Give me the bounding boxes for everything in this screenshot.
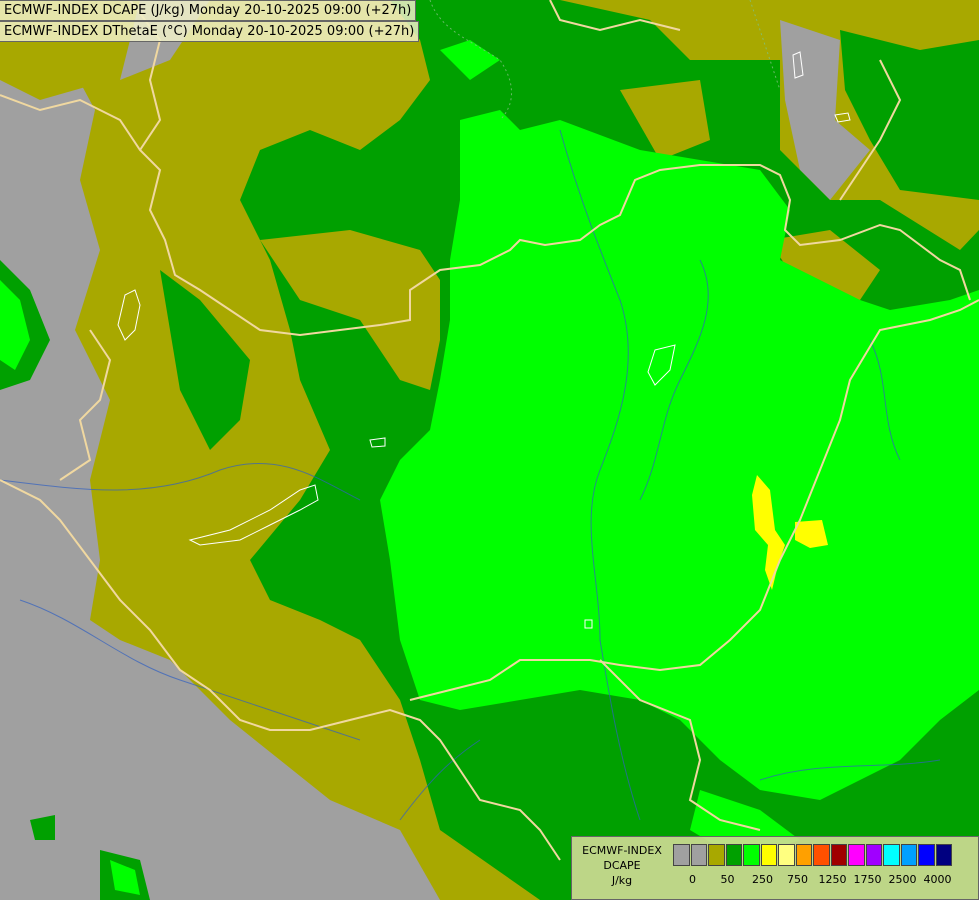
legend-swatch: [760, 844, 777, 866]
legend-swatch: [725, 844, 742, 866]
legend-tick-label: 50: [720, 873, 735, 886]
legend-tick-label: 250: [752, 873, 773, 886]
legend-label: ECMWF-INDEX DCAPE J/kg: [572, 837, 672, 899]
legend-swatches: [673, 844, 953, 866]
map-title-dcape: ECMWF-INDEX DCAPE (J/kg) Monday 20-10-20…: [0, 0, 417, 21]
legend-swatch: [743, 844, 760, 866]
legend-swatch: [708, 844, 725, 866]
dcape-map: [0, 0, 979, 900]
map-title-dthetae: ECMWF-INDEX DThetaE (°C) Monday 20-10-20…: [0, 21, 420, 42]
legend-tick-label: 4000: [923, 873, 952, 886]
legend-tick-label: 750: [787, 873, 808, 886]
legend-label-unit: J/kg: [611, 874, 633, 887]
legend-swatch: [813, 844, 830, 866]
legend-swatch: [900, 844, 917, 866]
legend-swatch: [690, 844, 707, 866]
color-legend: ECMWF-INDEX DCAPE J/kg 0 50 250 750 1250 1750…: [571, 836, 979, 900]
legend-swatch: [795, 844, 812, 866]
legend-swatch: [848, 844, 865, 866]
legend-swatch: [935, 844, 952, 866]
legend-swatch: [865, 844, 882, 866]
legend-tick-label: 1750: [853, 873, 882, 886]
legend-tick-label: 0: [689, 873, 696, 886]
legend-swatch: [673, 844, 690, 866]
legend-label-model: ECMWF-INDEX: [582, 844, 662, 857]
legend-swatch: [918, 844, 935, 866]
legend-ticks: 0 50 250 750 1250 1750 2500 4000: [673, 873, 973, 889]
legend-label-parameter: DCAPE: [603, 859, 641, 872]
legend-swatch: [883, 844, 900, 866]
legend-swatch: [778, 844, 795, 866]
legend-tick-label: 2500: [888, 873, 917, 886]
legend-tick-label: 1250: [818, 873, 847, 886]
legend-swatch: [830, 844, 847, 866]
